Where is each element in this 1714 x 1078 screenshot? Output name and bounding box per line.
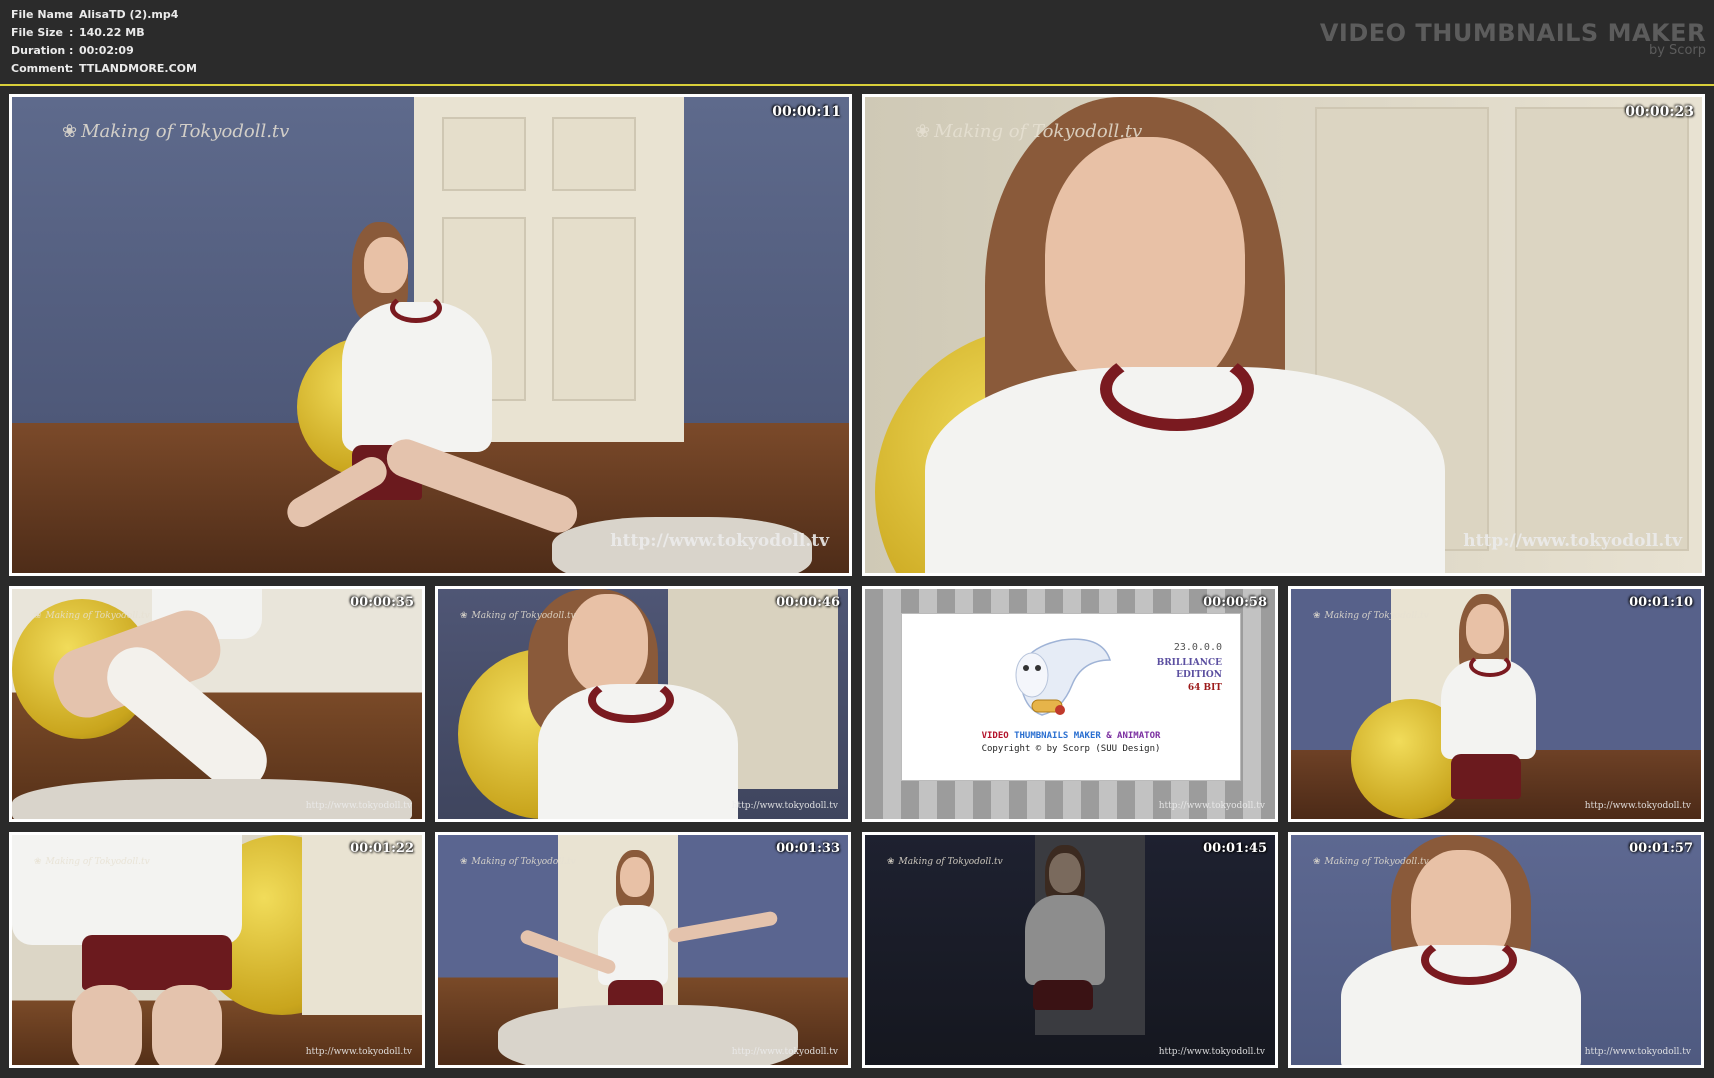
thumbnail-2[interactable]: ❀ Making of Tokyodoll.tv http://www.tokyo… [862, 94, 1705, 576]
video-frame [1291, 589, 1701, 819]
file-size-row: File Size:140.22 MB [11, 24, 197, 42]
owl-logo-icon [1015, 638, 1112, 716]
watermark-making: ❀ Making of Tokyodoll.tv [887, 857, 1003, 867]
lotus-icon: ❀ [460, 857, 468, 867]
edition-line1: BRILLIANCE [1156, 658, 1222, 668]
video-frame [865, 97, 1702, 573]
separator: : [69, 26, 74, 39]
watermark-making: ❀ Making of Tokyodoll.tv [460, 857, 576, 867]
watermark-url: http://www.tokyodoll.tv [1584, 1047, 1691, 1057]
thumbnail-10[interactable]: ❀ Making of Tokyodoll.tv http://www.tokyo… [1288, 832, 1704, 1068]
video-frame [438, 589, 848, 819]
thumbnail-grid: ❀ Making of Tokyodoll.tv http://www.tokyo… [0, 86, 1714, 1078]
watermark-url: http://www.tokyodoll.tv [1158, 1047, 1265, 1057]
edition-line2: EDITION [1176, 670, 1222, 680]
comment-value: TTLANDMORE.COM [79, 62, 197, 75]
lotus-icon: ❀ [887, 857, 895, 867]
separator: : [69, 44, 74, 57]
thumbnail-9[interactable]: ❀ Making of Tokyodoll.tv http://www.tokyo… [862, 832, 1278, 1068]
video-frame: 23.0.0.0 BRILLIANCE EDITION 64 BIT VIDEO… [865, 589, 1275, 819]
watermark-text: Making of Tokyodoll.tv [471, 857, 576, 867]
thumbnail-8[interactable]: ❀ Making of Tokyodoll.tv http://www.tokyo… [435, 832, 851, 1068]
file-info: File Name: AlisaTD (2).mp4 File Size:140.… [11, 6, 197, 78]
timestamp: 00:00:23 [1625, 104, 1694, 120]
video-frame [12, 589, 422, 819]
watermark-url: http://www.tokyodoll.tv [1463, 531, 1682, 551]
watermark-text: Making of Tokyodoll.tv [45, 611, 150, 621]
video-frame [1291, 835, 1701, 1065]
video-frame [865, 835, 1275, 1065]
watermark-text: Making of Tokyodoll.tv [45, 857, 150, 867]
lotus-icon: ❀ [915, 121, 931, 142]
timestamp: 00:01:10 [1629, 595, 1693, 610]
video-frame [12, 97, 849, 573]
thumbnail-4[interactable]: ❀ Making of Tokyodoll.tv http://www.tokyo… [435, 586, 851, 822]
video-frame [438, 835, 848, 1065]
watermark-making: ❀ Making of Tokyodoll.tv [34, 857, 150, 867]
version-text: 23.0.0.0 [1173, 642, 1222, 653]
file-size-value: 140.22 MB [79, 26, 145, 39]
watermark-text: Making of Tokyodoll.tv [81, 121, 290, 142]
video-frame [12, 835, 422, 1065]
watermark-url: http://www.tokyodoll.tv [305, 801, 412, 811]
lotus-icon: ❀ [62, 121, 78, 142]
thumbnail-1[interactable]: ❀ Making of Tokyodoll.tv http://www.tokyo… [9, 94, 852, 576]
splash-screen: 23.0.0.0 BRILLIANCE EDITION 64 BIT VIDEO… [901, 613, 1241, 781]
watermark-url: http://www.tokyodoll.tv [731, 1047, 838, 1057]
thumbnail-6[interactable]: ❀ Making of Tokyodoll.tv http://www.tokyo… [1288, 586, 1704, 822]
splash-title-part1: VIDEO [981, 731, 1009, 741]
separator: : [69, 62, 74, 75]
lotus-icon: ❀ [1313, 857, 1321, 867]
lotus-icon: ❀ [34, 611, 42, 621]
splash-title: VIDEO THUMBNAILS MAKER & ANIMATOR [902, 731, 1240, 741]
watermark-text: Making of Tokyodoll.tv [1324, 611, 1429, 621]
bits-text: 64 BIT [1187, 683, 1222, 693]
splash-title-part2: THUMBNAILS MAKER [1014, 731, 1101, 741]
file-name-label: File Name [11, 8, 73, 21]
timestamp: 00:00:46 [776, 595, 840, 610]
thumbnail-5[interactable]: 23.0.0.0 BRILLIANCE EDITION 64 BIT VIDEO… [862, 586, 1278, 822]
timestamp: 00:01:45 [1203, 841, 1267, 856]
watermark-text: Making of Tokyodoll.tv [934, 121, 1143, 142]
watermark-text: Making of Tokyodoll.tv [1324, 857, 1429, 867]
brand-logo: VIDEO THUMBNAILS MAKER by Scorp [1320, 20, 1706, 58]
watermark-url: http://www.tokyodoll.tv [305, 1047, 412, 1057]
splash-copyright: Copyright © by Scorp (SUU Design) [981, 744, 1161, 754]
watermark-making: ❀ Making of Tokyodoll.tv [34, 611, 150, 621]
watermark-making: ❀ Making of Tokyodoll.tv [915, 121, 1142, 142]
duration-label: Duration [11, 44, 66, 57]
separator: : [69, 8, 74, 21]
watermark-making: ❀ Making of Tokyodoll.tv [62, 121, 289, 142]
timestamp: 00:00:58 [1203, 595, 1267, 610]
watermark-url: http://www.tokyodoll.tv [1158, 801, 1265, 811]
lotus-icon: ❀ [34, 857, 42, 867]
info-header: File Name: AlisaTD (2).mp4 File Size:140.… [0, 0, 1714, 86]
timestamp: 00:01:57 [1629, 841, 1693, 856]
duration-value: 00:02:09 [79, 44, 134, 57]
duration-row: Duration:00:02:09 [11, 42, 197, 60]
comment-label: Comment [11, 62, 71, 75]
watermark-url: http://www.tokyodoll.tv [610, 531, 829, 551]
splash-title-part3: & ANIMATOR [1106, 731, 1161, 741]
watermark-url: http://www.tokyodoll.tv [731, 801, 838, 811]
file-name-row: File Name: AlisaTD (2).mp4 [11, 6, 197, 24]
thumbnail-3[interactable]: ❀ Making of Tokyodoll.tv http://www.tokyo… [9, 586, 425, 822]
watermark-text: Making of Tokyodoll.tv [471, 611, 576, 621]
watermark-making: ❀ Making of Tokyodoll.tv [1313, 611, 1429, 621]
timestamp: 00:01:33 [776, 841, 840, 856]
watermark-making: ❀ Making of Tokyodoll.tv [460, 611, 576, 621]
comment-row: Comment: TTLANDMORE.COM [11, 60, 197, 78]
timestamp: 00:00:11 [772, 104, 841, 120]
timestamp: 00:00:35 [350, 595, 414, 610]
file-size-label: File Size [11, 26, 63, 39]
watermark-making: ❀ Making of Tokyodoll.tv [1313, 857, 1429, 867]
lotus-icon: ❀ [460, 611, 468, 621]
file-name-value: AlisaTD (2).mp4 [79, 8, 179, 21]
thumbnail-7[interactable]: ❀ Making of Tokyodoll.tv http://www.tokyo… [9, 832, 425, 1068]
lotus-icon: ❀ [1313, 611, 1321, 621]
watermark-url: http://www.tokyodoll.tv [1584, 801, 1691, 811]
watermark-text: Making of Tokyodoll.tv [898, 857, 1003, 867]
timestamp: 00:01:22 [350, 841, 414, 856]
